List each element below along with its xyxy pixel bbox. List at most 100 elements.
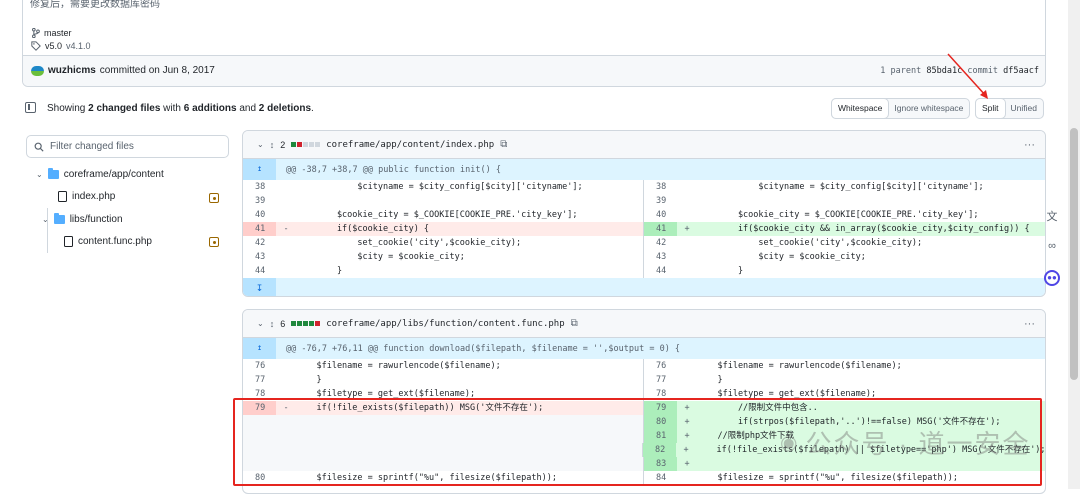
scrollbar[interactable]: [1068, 0, 1080, 489]
line-number[interactable]: 41: [243, 222, 276, 236]
parent-label: 1 parent: [880, 66, 922, 76]
summary-with: with: [163, 103, 181, 114]
tree-file-content-func[interactable]: content.func.php: [64, 236, 152, 247]
line-number[interactable]: 83: [644, 457, 677, 471]
toggle-file-tree-icon[interactable]: [25, 102, 36, 113]
line-number[interactable]: [243, 429, 276, 443]
tree-file-index[interactable]: index.php: [58, 191, 115, 202]
watermark-text: 公众号 · 道一安全: [805, 429, 1031, 459]
diff-sign: [276, 429, 296, 443]
line-number[interactable]: 84: [644, 471, 677, 485]
share-icon[interactable]: ∞: [1044, 240, 1060, 256]
line-number[interactable]: 80: [243, 471, 276, 485]
line-number[interactable]: 76: [644, 359, 677, 373]
left-side: 39: [243, 194, 644, 208]
diff-row: 38 $cityname = $city_config[$city]['city…: [243, 180, 1045, 194]
line-number[interactable]: 39: [243, 194, 276, 208]
line-number[interactable]: 78: [243, 387, 276, 401]
collapse-chevron-icon[interactable]: ⌄: [257, 319, 264, 328]
line-number[interactable]: [243, 457, 276, 471]
summary-and: and: [239, 103, 257, 114]
line-number[interactable]: 40: [243, 208, 276, 222]
diff-summary: Showing 2 changed files with 6 additions…: [47, 103, 314, 114]
diff-sign: [276, 208, 296, 222]
line-number[interactable]: 44: [644, 264, 677, 278]
line-number[interactable]: [243, 415, 276, 429]
line-number[interactable]: [243, 443, 276, 457]
right-side: 77 }: [644, 373, 1045, 387]
collapse-chevron-icon[interactable]: ⌄: [257, 140, 264, 149]
diff-sign: -: [276, 401, 296, 415]
copy-icon[interactable]: ⧉: [571, 318, 578, 329]
line-number[interactable]: 81: [644, 429, 677, 443]
author-name[interactable]: wuzhicms: [48, 65, 96, 76]
line-number[interactable]: 77: [644, 373, 677, 387]
diff-row: 42 set_cookie('city',$cookie_city); 42 se…: [243, 236, 1045, 250]
line-number[interactable]: 76: [243, 359, 276, 373]
diff-sign: [276, 359, 296, 373]
branch-name[interactable]: master: [44, 28, 72, 38]
filter-files-input[interactable]: Filter changed files: [26, 135, 229, 158]
line-number[interactable]: 38: [243, 180, 276, 194]
line-number[interactable]: 39: [644, 194, 677, 208]
tree-file-label: content.func.php: [78, 236, 152, 247]
line-number[interactable]: 43: [243, 250, 276, 264]
expand-down-icon[interactable]: ↧: [243, 278, 276, 296]
line-number[interactable]: 80: [644, 415, 677, 429]
more-options-icon[interactable]: ···: [1024, 139, 1035, 151]
unified-button[interactable]: Unified: [1005, 99, 1043, 118]
code-line: $city = $cookie_city;: [697, 252, 866, 262]
diff-sign: [276, 250, 296, 264]
hunk-header: ↥ @@ -38,7 +38,7 @@ public function init…: [243, 159, 1045, 180]
code-line: if($cookie_city) {: [296, 222, 643, 236]
line-number[interactable]: 38: [644, 180, 677, 194]
code-line: }: [296, 266, 343, 276]
expand-up-icon[interactable]: ↥: [243, 338, 276, 359]
scrollbar-thumb[interactable]: [1070, 128, 1078, 380]
whitespace-button[interactable]: Whitespace: [831, 98, 890, 119]
left-side: 44 }: [243, 264, 644, 278]
tag-name[interactable]: v5.0: [45, 41, 62, 51]
diff-sign: +: [677, 457, 697, 471]
line-number[interactable]: 42: [243, 236, 276, 250]
line-number[interactable]: 40: [644, 208, 677, 222]
line-number[interactable]: 77: [243, 373, 276, 387]
line-number[interactable]: 41: [644, 222, 677, 236]
left-side: [243, 415, 644, 429]
line-number[interactable]: 82: [643, 443, 676, 457]
line-number[interactable]: 42: [644, 236, 677, 250]
diff-sign: [276, 264, 296, 278]
code-line: $filename = rawurlencode($filename);: [697, 361, 902, 371]
diffstat-bar: [291, 142, 321, 147]
diff-sign: [276, 194, 296, 208]
tag-version[interactable]: v4.1.0: [66, 41, 91, 51]
copy-icon[interactable]: ⧉: [500, 139, 507, 150]
diff-sign: [276, 471, 296, 485]
code-line: $filesize = sprintf("%u", filesize($file…: [296, 473, 557, 483]
line-number[interactable]: 79: [644, 401, 677, 415]
author-info: wuzhicms committed on Jun 8, 2017: [31, 65, 215, 76]
assistant-icon[interactable]: ●●: [1044, 270, 1060, 286]
wechat-icon: ◉: [780, 432, 800, 454]
file-icon: [64, 236, 73, 247]
expand-up-icon[interactable]: ↥: [243, 159, 276, 180]
filter-placeholder: Filter changed files: [50, 141, 134, 152]
more-options-icon[interactable]: ···: [1024, 318, 1035, 330]
line-number[interactable]: 43: [644, 250, 677, 264]
left-side: 38 $cityname = $city_config[$city]['city…: [243, 180, 644, 194]
translate-icon[interactable]: 文: [1044, 208, 1060, 224]
file-path[interactable]: coreframe/app/libs/function/content.func…: [326, 319, 564, 329]
diff-file-index: ⌄ ↕ 2 coreframe/app/content/index.php ⧉ …: [242, 130, 1046, 297]
expand-all-icon[interactable]: ↕: [270, 319, 275, 329]
avatar[interactable]: [31, 65, 44, 76]
tree-folder-function[interactable]: ⌄ libs/function: [42, 213, 123, 225]
diff-count: 6: [280, 318, 286, 329]
tree-folder-content[interactable]: ⌄ coreframe/app/content: [36, 168, 164, 180]
line-number[interactable]: 78: [644, 387, 677, 401]
line-number[interactable]: 44: [243, 264, 276, 278]
expand-all-icon[interactable]: ↕: [270, 140, 275, 150]
branch-info: master: [31, 28, 72, 38]
line-number[interactable]: 79: [243, 401, 276, 415]
file-path[interactable]: coreframe/app/content/index.php: [326, 140, 494, 150]
